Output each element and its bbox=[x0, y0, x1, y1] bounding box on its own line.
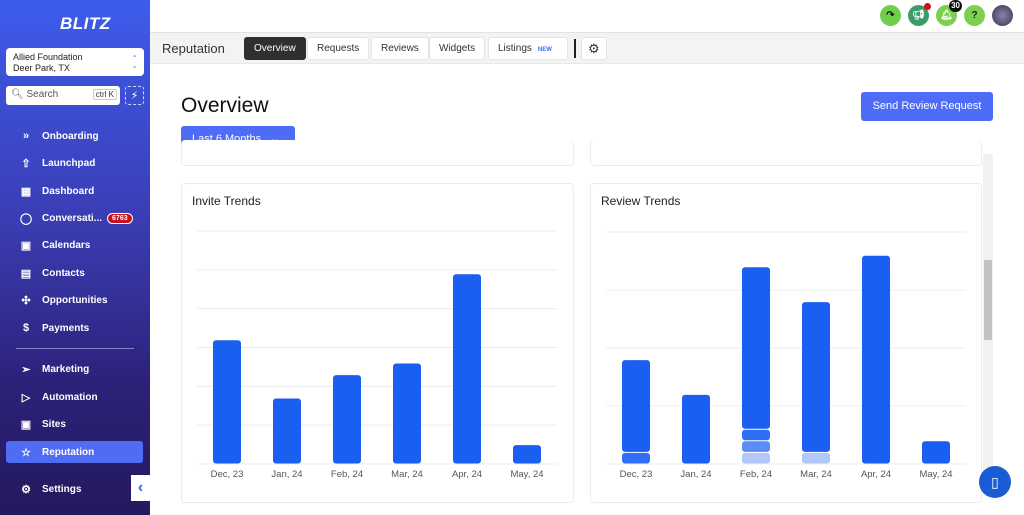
bar bbox=[802, 302, 830, 452]
scrollbar[interactable] bbox=[983, 154, 993, 494]
x-tick-label: May, 24 bbox=[919, 469, 952, 480]
x-tick-label: Jan, 24 bbox=[271, 469, 302, 480]
bar bbox=[742, 267, 770, 429]
scrollbar-thumb[interactable] bbox=[984, 260, 992, 340]
bar bbox=[213, 340, 241, 464]
bar bbox=[742, 441, 770, 452]
bar bbox=[622, 360, 650, 452]
bar bbox=[922, 441, 950, 464]
x-tick-label: Apr, 24 bbox=[861, 469, 891, 480]
x-tick-label: Dec, 23 bbox=[211, 469, 244, 480]
x-tick-label: Jan, 24 bbox=[680, 469, 711, 480]
bar bbox=[453, 274, 481, 464]
bar bbox=[333, 375, 361, 464]
x-tick-label: May, 24 bbox=[510, 469, 543, 480]
x-tick-label: Mar, 24 bbox=[391, 469, 423, 480]
bar bbox=[622, 452, 650, 464]
chat-icon: ▯ bbox=[991, 474, 999, 490]
bar bbox=[513, 445, 541, 464]
x-tick-label: Mar, 24 bbox=[800, 469, 832, 480]
bar bbox=[742, 452, 770, 464]
bar bbox=[273, 398, 301, 464]
bar bbox=[802, 452, 830, 464]
support-chat-button[interactable]: ▯ bbox=[979, 466, 1011, 498]
bar bbox=[682, 394, 710, 464]
bar bbox=[742, 429, 770, 441]
bar bbox=[393, 363, 421, 464]
charts: Dec, 23 Jan, 24 Feb, 24 Mar, 24 Apr, 24 May, … bbox=[197, 230, 966, 480]
x-tick-label: Feb, 24 bbox=[740, 469, 772, 480]
x-tick-label: Dec, 23 bbox=[620, 469, 653, 480]
x-tick-label: Feb, 24 bbox=[331, 469, 363, 480]
x-tick-label: Apr, 24 bbox=[452, 469, 482, 480]
bar bbox=[862, 255, 890, 464]
